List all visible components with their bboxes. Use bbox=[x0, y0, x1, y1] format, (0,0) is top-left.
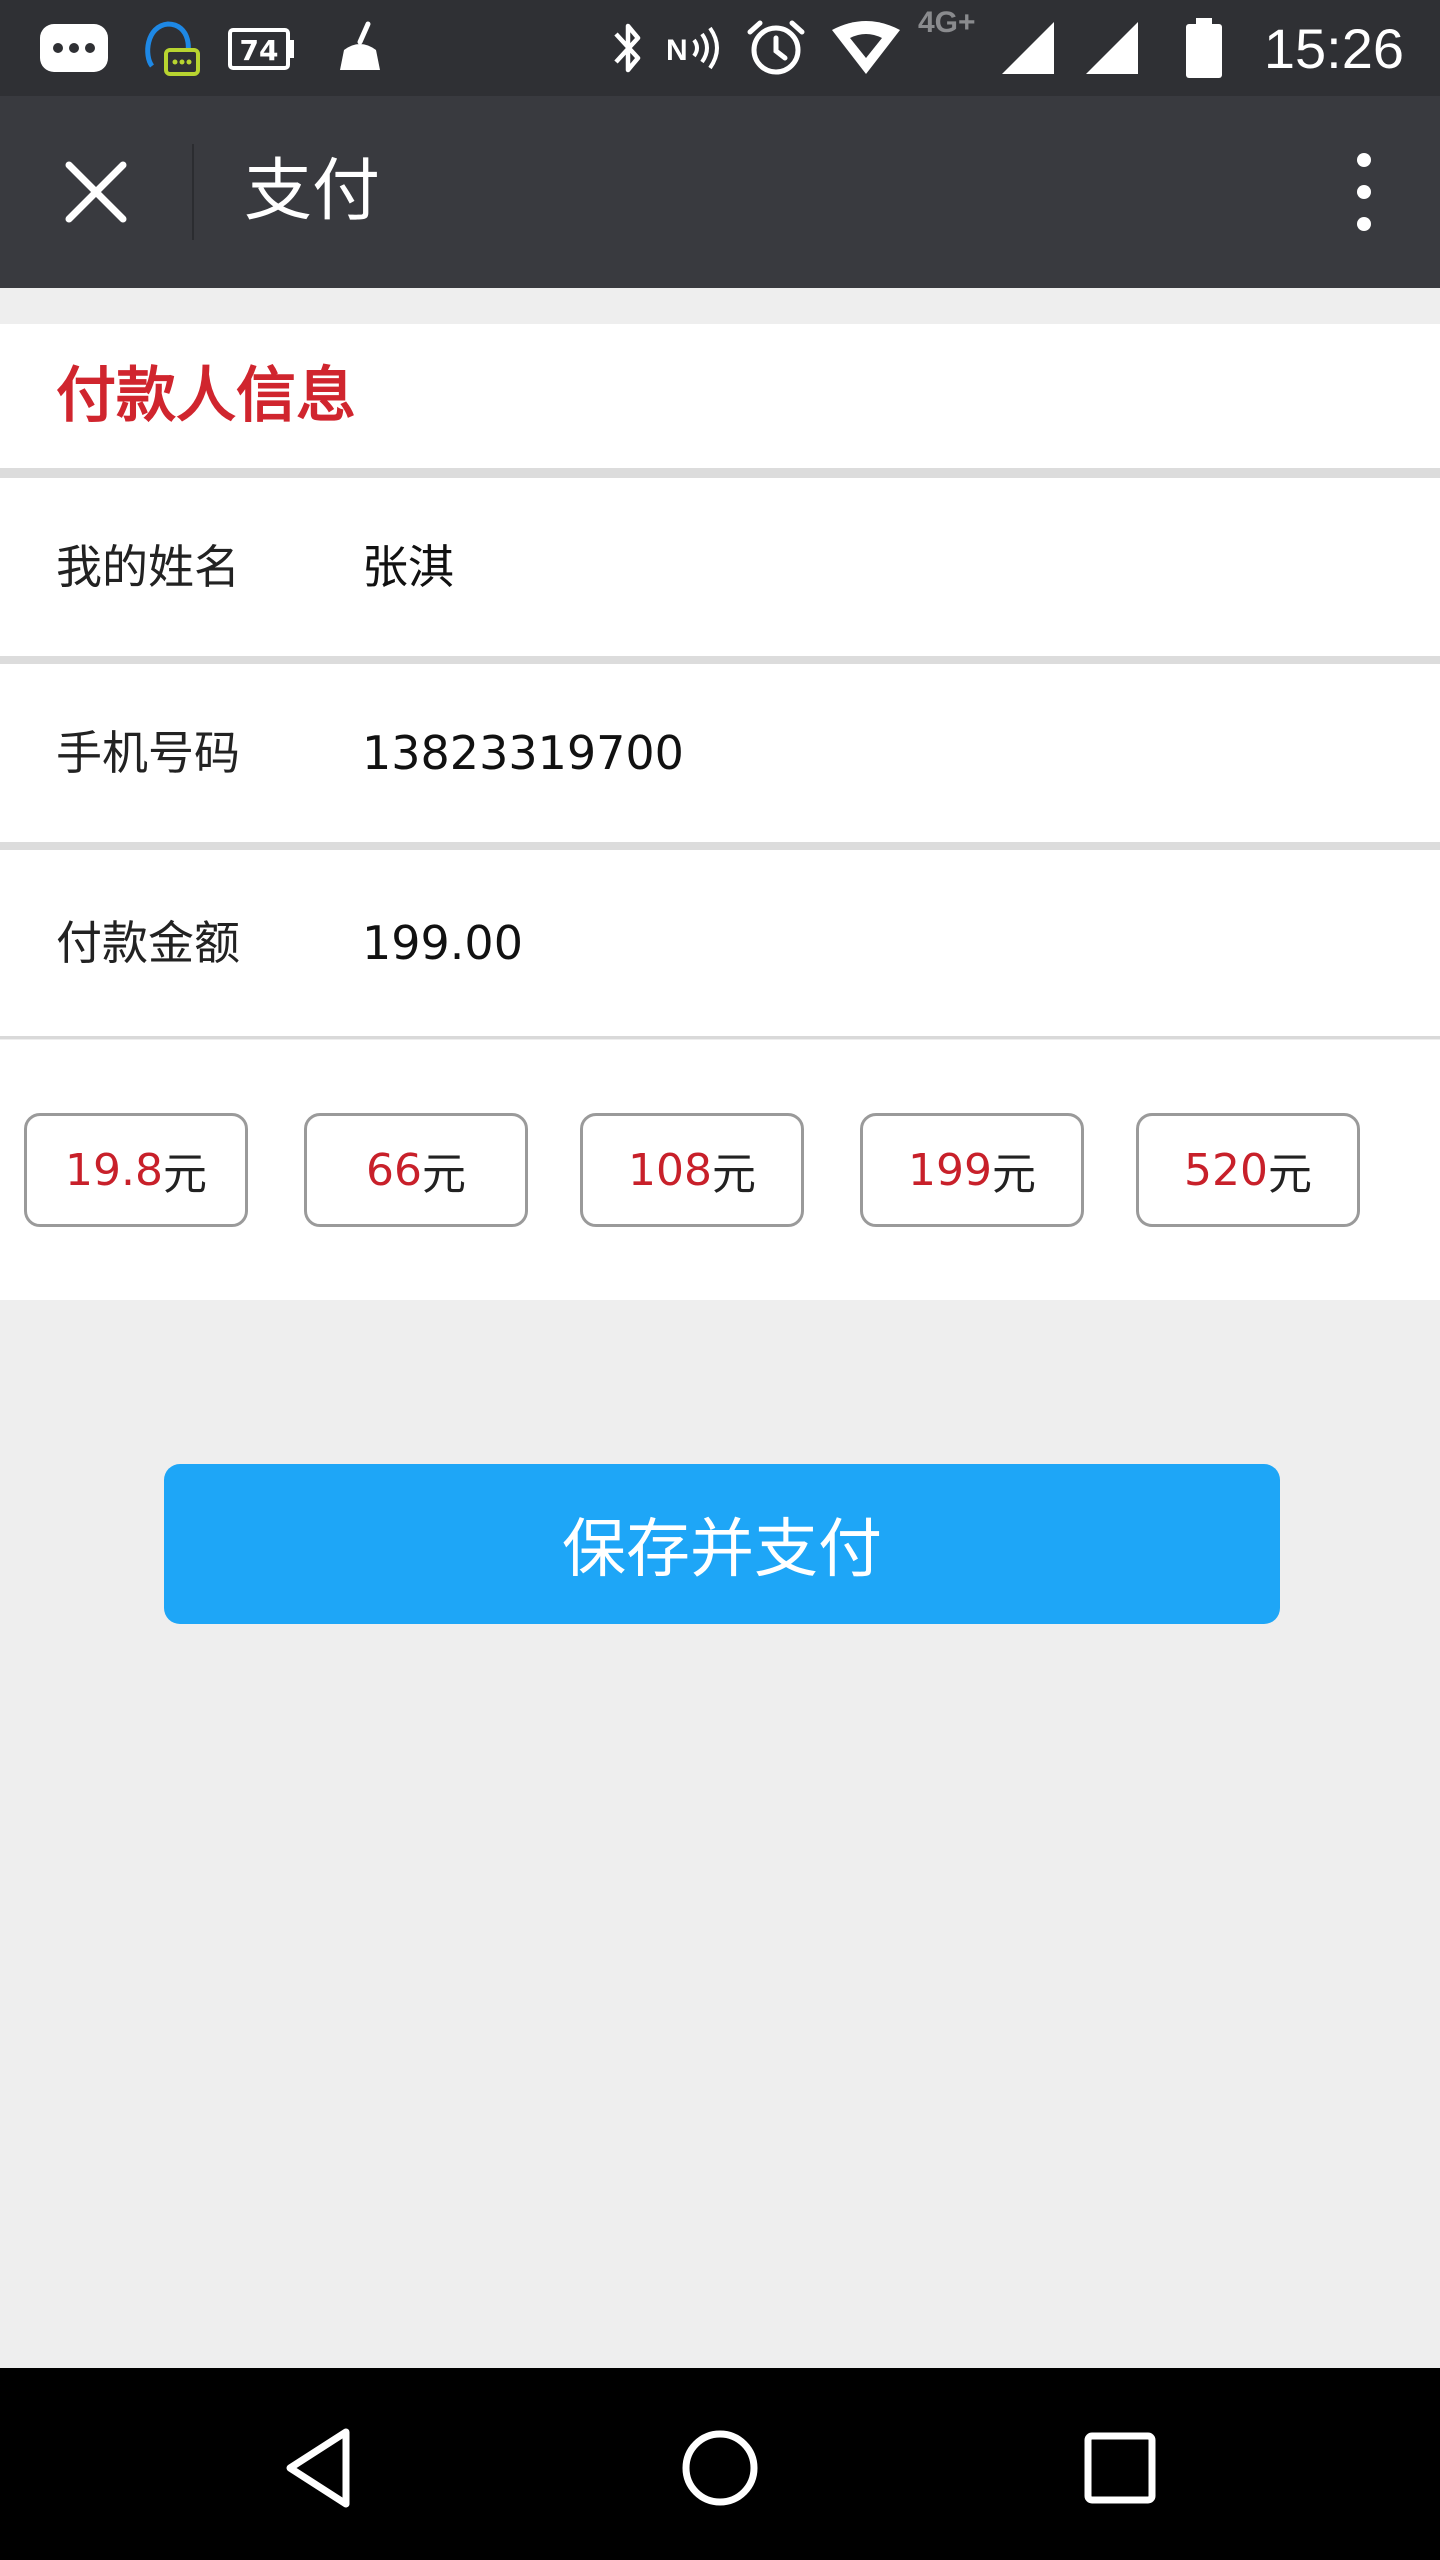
name-field[interactable]: 张淇 bbox=[362, 478, 454, 656]
qq-icon bbox=[138, 18, 202, 78]
amount-option-199[interactable]: 199 元 bbox=[860, 1113, 1084, 1227]
amount-field[interactable]: 199.00 bbox=[362, 850, 523, 1036]
phone-row[interactable]: 手机号码 13823319700 bbox=[0, 664, 1440, 842]
home-button[interactable] bbox=[660, 2408, 780, 2528]
back-button[interactable] bbox=[260, 2408, 380, 2528]
close-button[interactable] bbox=[40, 136, 152, 248]
status-bar: 74 N 4G+ 15:26 bbox=[0, 0, 1440, 96]
home-icon bbox=[682, 2430, 758, 2506]
page-title: 支付 bbox=[244, 152, 381, 231]
battery-icon bbox=[1182, 18, 1226, 78]
amount-option-66[interactable]: 66 元 bbox=[304, 1113, 528, 1227]
row-divider bbox=[0, 842, 1440, 850]
recents-button[interactable] bbox=[1060, 2408, 1180, 2528]
nfc-icon: N bbox=[664, 18, 724, 78]
phone-label: 手机号码 bbox=[56, 726, 240, 780]
name-row[interactable]: 我的姓名 张淇 bbox=[0, 478, 1440, 656]
alarm-icon bbox=[744, 18, 808, 78]
section-title: 付款人信息 bbox=[56, 361, 356, 431]
amount-options: 19.8 元 66 元 108 元 199 元 520 元 bbox=[0, 1040, 1440, 1300]
svg-text:N: N bbox=[666, 34, 688, 67]
save-and-pay-button[interactable]: 保存并支付 bbox=[164, 1464, 1280, 1624]
bluetooth-icon bbox=[606, 18, 650, 78]
status-time: 15:26 bbox=[1263, 17, 1404, 80]
close-icon bbox=[65, 161, 127, 223]
name-label: 我的姓名 bbox=[56, 540, 240, 594]
message-notification-icon bbox=[38, 18, 110, 78]
amount-label: 付款金额 bbox=[56, 916, 240, 970]
row-divider bbox=[0, 656, 1440, 664]
signal-icon bbox=[1082, 18, 1142, 78]
amount-option-19.8[interactable]: 19.8 元 bbox=[24, 1113, 248, 1227]
cleaner-icon bbox=[334, 18, 388, 78]
battery-74-icon: 74 bbox=[226, 18, 298, 78]
recents-icon bbox=[1084, 2432, 1156, 2504]
svg-text:74: 74 bbox=[240, 34, 279, 67]
section-header: 付款人信息 bbox=[0, 324, 1440, 468]
more-options-button[interactable] bbox=[1308, 136, 1420, 248]
amount-option-108[interactable]: 108 元 bbox=[580, 1113, 804, 1227]
network-type-label: 4G+ bbox=[918, 6, 976, 39]
wifi-icon bbox=[830, 18, 902, 78]
section-divider bbox=[0, 468, 1440, 478]
more-vertical-icon bbox=[1357, 153, 1371, 231]
row-divider bbox=[0, 1036, 1440, 1039]
navigation-bar bbox=[0, 2368, 1440, 2560]
amount-row[interactable]: 付款金额 199.00 bbox=[0, 850, 1440, 1036]
signal-icon bbox=[998, 18, 1058, 78]
title-bar: 支付 bbox=[0, 96, 1440, 288]
title-divider bbox=[192, 144, 194, 240]
phone-field[interactable]: 13823319700 bbox=[362, 664, 684, 842]
amount-option-520[interactable]: 520 元 bbox=[1136, 1113, 1360, 1227]
back-icon bbox=[286, 2428, 350, 2508]
